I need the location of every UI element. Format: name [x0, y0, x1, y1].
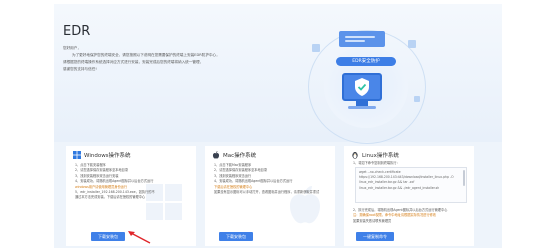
windows-panel-title: Windows操作系统: [84, 153, 131, 159]
intro-text: 您好用户， 为了更好地保护您的终端安全，请您按照以下说明在您需要保护的终端上安装…: [63, 45, 263, 73]
intro-greeting: 您好用户，: [63, 46, 81, 50]
step-text: 如果没有显示图标可以手动打开，查看图标并运行程序，请重新获取并重试: [214, 190, 320, 195]
mac-steps: 1、点击下载Mac安装程序 2、请您选择保存安装程序至本地目录 3、找到安装程序…: [214, 163, 332, 195]
mac-panel-header: Mac操作系统: [212, 151, 256, 159]
decor-tile: [414, 96, 420, 102]
hero-banner: [54, 4, 502, 142]
linux-panel-header: Linux操作系统: [351, 151, 399, 159]
linux-panel-title: Linux操作系统: [362, 153, 399, 159]
shield-check-icon: [355, 78, 369, 96]
step-text: 通过本方法完成安装，下载后请在授权的管理中心: [75, 195, 146, 200]
linux-icon: [352, 152, 358, 159]
mac-panel-title: Mac操作系统: [223, 153, 257, 159]
linux-step2: 2、执行完成后，将随机出现Agent图标并以后台方式运行管理中心 注：需确保ro…: [353, 208, 471, 224]
step-text: 1、将如下命令复制到终端执行：: [353, 161, 400, 165]
apple-icon: [212, 151, 220, 159]
step-text: 如果安装失败请联系管理员: [353, 218, 392, 223]
windows-icon: [73, 151, 81, 159]
intro-line: 感谢您的支持与信任!: [63, 67, 97, 71]
linux-command-box[interactable]: wget --no-check-certificate https://192.…: [355, 167, 467, 203]
linux-panel: Linux操作系统 1、将如下命令复制到终端执行： wget --no-chec…: [344, 146, 474, 246]
page-title: EDR: [63, 24, 91, 39]
decor-tile: [408, 40, 416, 48]
command-scrollbar[interactable]: [463, 170, 465, 186]
edr-protection-label: EDR安全防护: [336, 57, 396, 66]
decor-tile: [312, 44, 320, 52]
command-line: linux_edr_installer.tar.gz && ./edr_agen…: [359, 185, 440, 190]
intro-line: 请根据您的终端操作系统选择对应方式进行安装，安装完成后您的终端将纳入统一管理，: [63, 60, 204, 64]
linux-copy-command-button[interactable]: 一键复制命令: [356, 232, 394, 241]
linux-step1: 1、将如下命令复制到终端执行：: [353, 161, 471, 166]
mac-download-button[interactable]: 下载安装包: [219, 232, 253, 241]
monitor-base: [348, 106, 376, 109]
red-arrow-annotation: [128, 231, 151, 244]
server-card-icon: [339, 31, 385, 47]
intro-line: 为了更好地保护您的终端安全，请您按照以下说明在您需要保护的终端上安装EDR防护中…: [72, 53, 220, 57]
mac-panel: Mac操作系统 1、点击下载Mac安装程序 2、请您选择保存安装程序至本地目录 …: [205, 146, 335, 246]
windows-steps: 1、点击下载安装程序 2、请您选择保存安装程序至本地目录 3、找到安装程序双击运…: [75, 163, 193, 201]
windows-download-button[interactable]: 下载安装包: [91, 232, 125, 241]
windows-panel-header: Windows操作系统: [73, 151, 131, 159]
